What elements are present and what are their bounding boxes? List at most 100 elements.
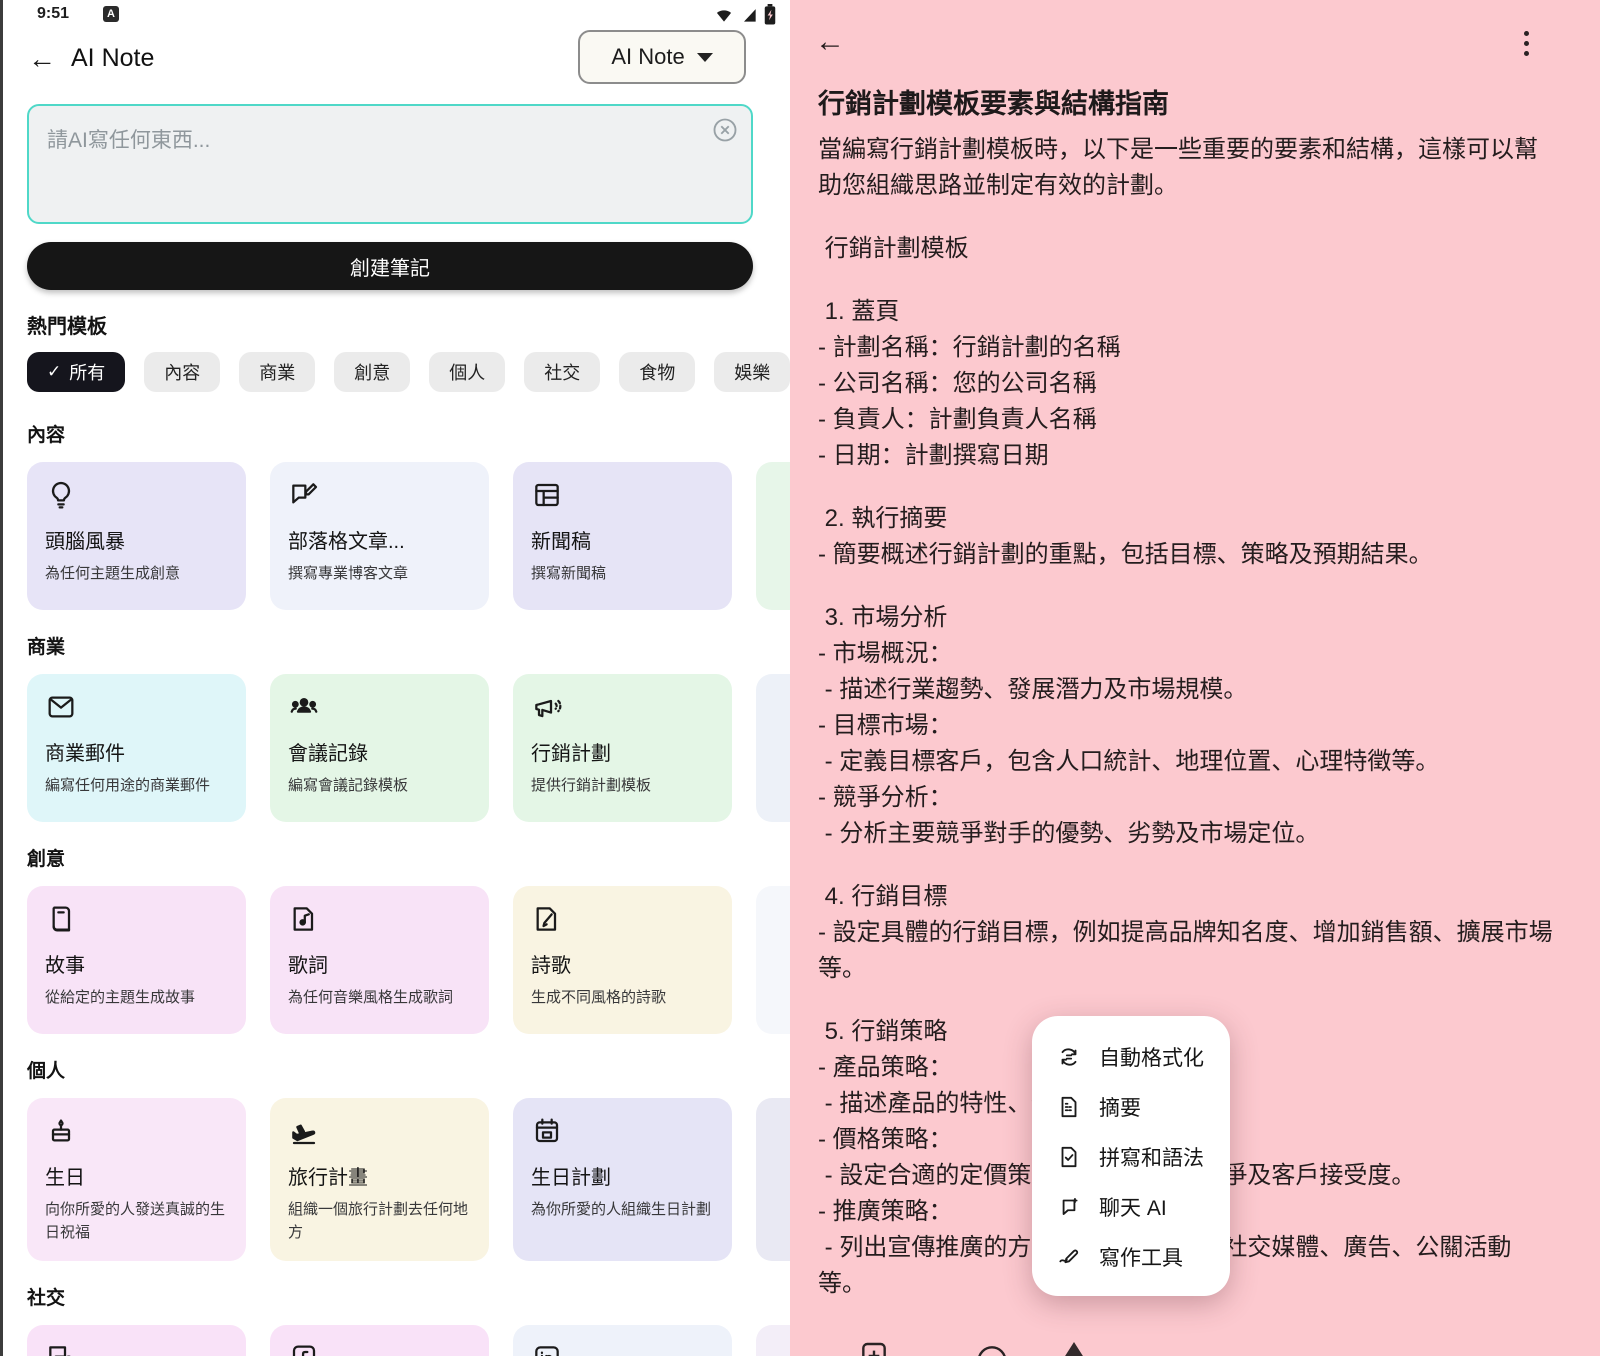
note-text-line: 3. 市場分析: [818, 600, 1578, 636]
template-card-歌詞[interactable]: 歌詞為任何音樂風格生成歌詞: [270, 886, 489, 1034]
note-blank-line: [818, 267, 1578, 294]
cards-row: [27, 1325, 790, 1356]
card-title: 詩歌: [531, 949, 714, 978]
back-arrow-icon[interactable]: ←: [812, 24, 848, 60]
note-text-line: 2. 執行摘要: [818, 501, 1578, 537]
menu-item-label: 聊天 AI: [1099, 1192, 1167, 1222]
emoji-icon[interactable]: [976, 1342, 1008, 1356]
template-card-partial[interactable]: [756, 886, 790, 1034]
filter-chip-label: 創意: [354, 359, 390, 385]
filter-chip-個人[interactable]: 個人: [429, 352, 505, 392]
note-text-line: 助您組織思路並制定有效的計劃。: [818, 168, 1578, 204]
menu-item-聊天 AI[interactable]: 聊天 AI: [1032, 1182, 1230, 1232]
section-heading-內容: 內容: [27, 420, 790, 447]
menu-item-拼寫和語法[interactable]: 拼寫和語法: [1032, 1132, 1230, 1182]
note-text-line: - 市場概況：: [818, 636, 1578, 672]
template-card-生日[interactable]: 生日向你所愛的人發送真誠的生日祝福: [27, 1098, 246, 1261]
card-title: 商業郵件: [45, 737, 228, 766]
tweet-icon: [45, 1342, 77, 1356]
template-card-行銷計劃[interactable]: 行銷計劃提供行銷計劃模板: [513, 674, 732, 822]
menu-item-寫作工具[interactable]: 寫作工具: [1032, 1232, 1230, 1282]
chevron-down-icon: [697, 53, 713, 62]
filter-chip-社交[interactable]: 社交: [524, 352, 600, 392]
card-title: 新聞稿: [531, 525, 714, 554]
more-options-icon[interactable]: [1516, 26, 1536, 60]
filter-chip-娛樂[interactable]: 娛樂: [714, 352, 790, 392]
template-card-故事[interactable]: 故事從給定的主題生成故事: [27, 886, 246, 1034]
note-text-line: - 負責人：計劃負責人名稱: [818, 402, 1578, 438]
filter-chip-商業[interactable]: 商業: [239, 352, 315, 392]
filter-chip-所有[interactable]: ✓所有: [27, 352, 125, 392]
template-card-partial[interactable]: [756, 674, 790, 822]
menu-item-摘要[interactable]: 摘要: [1032, 1082, 1230, 1132]
status-bar: 9:51 A: [3, 0, 790, 28]
template-card-partial[interactable]: [756, 462, 790, 610]
note-text-line: 行銷計劃模板: [818, 231, 1578, 267]
add-image-icon[interactable]: [858, 1340, 890, 1356]
prompt-input[interactable]: 請AI寫任何東西...: [27, 104, 753, 224]
menu-item-label: 拼寫和語法: [1099, 1142, 1204, 1172]
popular-templates-heading: 熱門模板: [27, 310, 107, 339]
section-heading-社交: 社交: [27, 1283, 790, 1310]
filter-chip-內容[interactable]: 內容: [144, 352, 220, 392]
card-description: 撰寫專業博客文章: [288, 563, 471, 586]
section-heading-個人: 個人: [27, 1056, 790, 1083]
template-card-會議記錄[interactable]: 會議記錄編寫會議記錄模板: [270, 674, 489, 822]
note-view-panel: ← 行銷計劃模板要素與結構指南 當編寫行銷計劃模板時，以下是一些重要的要素和結構…: [790, 0, 1600, 1356]
template-card-旅行計畫[interactable]: 旅行計畫組織一個旅行計劃去任何地方: [270, 1098, 489, 1261]
back-arrow-icon[interactable]: ←: [25, 42, 59, 76]
card-description: 向你所愛的人發送真誠的生日祝福: [45, 1199, 228, 1244]
filter-chip-label: 社交: [544, 359, 580, 385]
template-card-新聞稿[interactable]: 新聞稿撰寫新聞稿: [513, 462, 732, 610]
note-blank-line: [818, 474, 1578, 501]
note-text-line: 1. 蓋頁: [818, 294, 1578, 330]
note-text-line: - 競爭分析：: [818, 780, 1578, 816]
clear-input-icon[interactable]: [711, 116, 739, 144]
section-heading-創意: 創意: [27, 844, 790, 871]
status-time: 9:51: [37, 5, 69, 23]
template-card[interactable]: [513, 1325, 732, 1356]
filter-chip-食物[interactable]: 食物: [619, 352, 695, 392]
card-title: 旅行計畫: [288, 1161, 471, 1190]
template-card[interactable]: [270, 1325, 489, 1356]
cake-icon: [45, 1115, 77, 1147]
note-text-line: - 日期：計劃撰寫日期: [818, 438, 1578, 474]
ai-note-app-panel: 9:51 A ← AI Note AI Note 請AI寫任何東西... 創建筆…: [0, 0, 790, 1356]
menu-item-自動格式化[interactable]: 自動格式化: [1032, 1032, 1230, 1082]
create-note-button[interactable]: 創建筆記: [27, 242, 753, 290]
filter-chip-創意[interactable]: 創意: [334, 352, 410, 392]
card-description: 撰寫新聞稿: [531, 563, 714, 586]
note-blank-line: [818, 987, 1578, 1014]
card-title: 故事: [45, 949, 228, 978]
template-card-partial[interactable]: [756, 1098, 790, 1261]
note-text-line: - 設定具體的行銷目標，例如提高品牌知名度、增加銷售額、擴展市場: [818, 915, 1578, 951]
note-text-line: - 公司名稱：您的公司名稱: [818, 366, 1578, 402]
template-card-生日計劃[interactable]: 生日計劃為你所愛的人組織生日計劃: [513, 1098, 732, 1261]
card-description: 組織一個旅行計劃去任何地方: [288, 1199, 471, 1244]
cards-row: 商業郵件編寫任何用途的商業郵件會議記錄編寫會議記錄模板行銷計劃提供行銷計劃模板: [27, 674, 790, 822]
battery-icon: [764, 4, 776, 25]
pen-nib-icon[interactable]: [1058, 1338, 1090, 1356]
wifi-icon: [714, 5, 734, 25]
section-heading-商業: 商業: [27, 632, 790, 659]
auto-format-icon: [1056, 1044, 1082, 1070]
note-text-line: - 定義目標客戶，包含人口統計、地理位置、心理特徵等。: [818, 744, 1578, 780]
lightbulb-icon: [45, 479, 77, 511]
note-type-dropdown[interactable]: AI Note: [578, 30, 746, 84]
megaphone-icon: [531, 691, 563, 723]
note-text-line: - 目標市場：: [818, 708, 1578, 744]
template-card-部落格文章...[interactable]: 部落格文章...撰寫專業博客文章: [270, 462, 489, 610]
template-card-頭腦風暴[interactable]: 頭腦風暴為任何主題生成創意: [27, 462, 246, 610]
plane-icon: [288, 1115, 320, 1147]
template-card-partial[interactable]: [756, 1325, 790, 1356]
note-blank-line: [818, 852, 1578, 879]
spellcheck-icon: [1056, 1144, 1082, 1170]
template-sections: 內容頭腦風暴為任何主題生成創意部落格文章...撰寫專業博客文章新聞稿撰寫新聞稿商…: [27, 398, 790, 1356]
book-icon: [45, 903, 77, 935]
note-text-line: - 描述行業趨勢、發展潛力及市場規模。: [818, 672, 1578, 708]
template-card-商業郵件[interactable]: 商業郵件編寫任何用途的商業郵件: [27, 674, 246, 822]
template-card[interactable]: [27, 1325, 246, 1356]
note-text-line: - 簡要概述行銷計劃的重點，包括目標、策略及預期結果。: [818, 537, 1578, 573]
template-card-詩歌[interactable]: 詩歌生成不同風格的詩歌: [513, 886, 732, 1034]
menu-item-label: 寫作工具: [1099, 1242, 1183, 1272]
